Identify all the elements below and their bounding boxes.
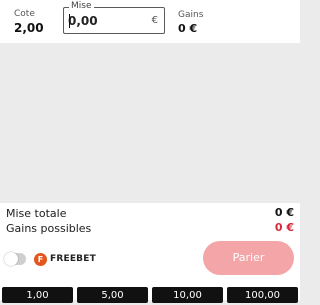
bet-summary: Mise totale 0 € Gains possibles 0 € F FR… [0, 203, 300, 283]
odds-value: 2,00 [14, 21, 44, 35]
bet-slip-header: Cote 2,00 Mise € Gains 0 € [0, 0, 300, 43]
stake-input[interactable] [68, 13, 148, 29]
quick-stake-bar: 1,00 5,00 10,00 100,00 [0, 283, 300, 303]
winnings-label: Gains [178, 10, 204, 20]
odds-label: Cote [14, 9, 35, 19]
quick-stake-button[interactable]: 100,00 [227, 287, 298, 303]
quick-stake-button[interactable]: 1,00 [2, 287, 73, 303]
text-cursor [69, 14, 70, 28]
currency-symbol: € [151, 15, 158, 26]
total-stake-label: Mise totale [6, 207, 67, 220]
stake-field[interactable]: Mise € [63, 1, 165, 34]
bet-button[interactable]: Parier [203, 241, 294, 275]
total-stake-value: 0 € [274, 206, 294, 219]
freebet-label: FREEBET [50, 254, 96, 264]
toggle-knob [4, 252, 18, 266]
stake-label: Mise [69, 1, 94, 12]
freebet-icon: F [34, 253, 47, 266]
possible-winnings-label: Gains possibles [6, 222, 92, 235]
possible-winnings-value: 0 € [274, 221, 294, 234]
winnings-value: 0 € [178, 22, 198, 35]
quick-stake-button[interactable]: 10,00 [152, 287, 223, 303]
freebet-toggle[interactable] [4, 252, 26, 266]
quick-stake-button[interactable]: 5,00 [77, 287, 148, 303]
